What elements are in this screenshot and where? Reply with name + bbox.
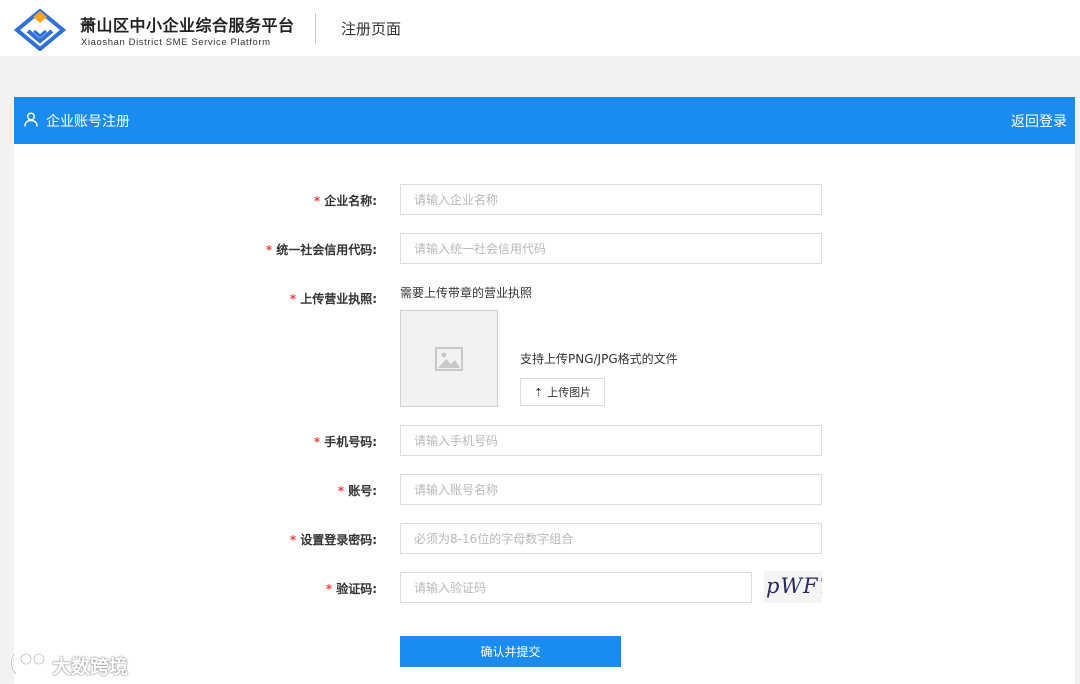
upload-image-button[interactable]: ⇡ 上传图片 [520,378,605,406]
credit-code-label: * 统一社会信用代码: [265,243,377,257]
license-upload-label: * 上传营业执照: [289,292,377,306]
submit-button[interactable]: 确认并提交 [400,636,621,667]
company-name-label: * 企业名称: [313,194,377,208]
required-mark: * [265,243,273,257]
captcha-image[interactable]: pWF7 [764,571,822,603]
required-mark: * [337,484,345,498]
brand-name-cn: 萧山区中小企业综合服务平台 [80,16,295,35]
platform-logo-icon [14,9,66,51]
watermark-text: 大数跨境 [52,656,129,678]
captcha-text: pWF7 [766,574,822,598]
required-mark: * [313,194,321,208]
credit-code-input[interactable] [400,233,822,264]
image-placeholder-icon [435,347,463,371]
license-upload-hint: 需要上传带章的营业执照 [400,286,533,300]
password-input[interactable] [400,523,822,554]
registration-form: *企业名称: *统一社会信用代码: *上传营业执照: 需要上传带章的营业执照 支… [14,144,1075,684]
top-header: 萧山区中小企业综合服务平台 Xiaoshan District SME Serv… [0,0,1080,56]
registration-panel-bar: 企业账号注册 返回登录 [14,97,1075,144]
phone-input[interactable] [400,425,822,456]
user-icon [24,112,38,127]
upload-arrow-icon: ⇡ [533,386,544,399]
brand-name-en: Xiaoshan District SME Service Platform [81,37,271,48]
password-label: * 设置登录密码: [289,533,377,547]
phone-label: * 手机号码: [313,435,377,449]
header-divider [315,13,316,44]
upload-format-note: 支持上传PNG/JPG格式的文件 [520,352,678,366]
required-mark: * [289,533,297,547]
required-mark: * [313,435,321,449]
panel-title: 企业账号注册 [46,114,130,130]
account-label: * 账号: [337,484,377,498]
page-title: 注册页面 [341,20,402,38]
company-name-input[interactable] [400,184,822,215]
watermark-logo-icon [9,652,46,676]
required-mark: * [325,582,333,596]
required-mark: * [289,292,297,306]
account-input[interactable] [400,474,822,505]
license-image-preview[interactable] [400,310,498,407]
back-to-login-link[interactable]: 返回登录 [1011,111,1067,131]
captcha-input[interactable] [400,572,752,603]
captcha-label: * 验证码: [325,582,377,596]
